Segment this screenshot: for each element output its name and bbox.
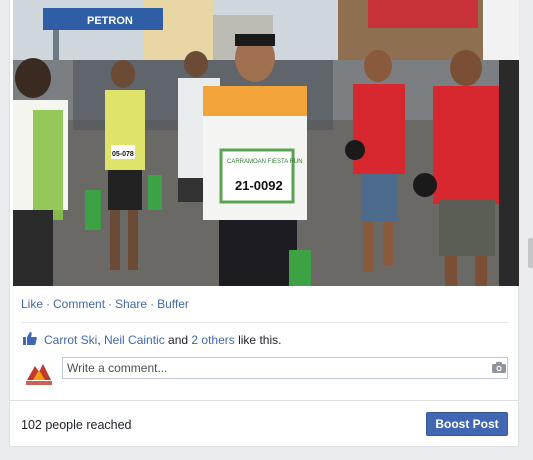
race-photo-illustration: PETRON 05-078 CARRAMOAN FIESTA RUN 21-00…	[13, 0, 519, 286]
scrollbar-track[interactable]	[522, 0, 533, 460]
left-bib-number: 05-078	[112, 151, 134, 158]
center-bib-number: 21-0092	[235, 178, 283, 193]
likes-text: Carrot Ski, Neil Caintic and 2 others li…	[44, 333, 281, 347]
likes-comma: ,	[97, 333, 105, 347]
likes-suffix: like this.	[234, 333, 282, 347]
post-actions: Like · Comment · Share · Buffer	[21, 297, 189, 311]
liker-carrot-ski[interactable]: Carrot Ski	[44, 333, 97, 347]
post-card: PETRON 05-078 CARRAMOAN FIESTA RUN 21-00…	[9, 0, 519, 447]
scrollbar-thumb[interactable]	[528, 238, 533, 268]
page-avatar[interactable]	[23, 358, 55, 390]
comment-input[interactable]	[62, 357, 508, 379]
thumbs-up-icon	[23, 332, 37, 345]
event-name-print: CARRAMOAN FIESTA RUN	[227, 159, 303, 165]
comment-composer	[21, 356, 509, 390]
petron-sign: PETRON	[87, 15, 133, 27]
comment-link[interactable]: Comment	[53, 297, 105, 311]
separator: ·	[150, 297, 155, 311]
share-link[interactable]: Share	[115, 297, 147, 311]
camera-icon[interactable]	[492, 362, 506, 373]
liker-neil-caintic[interactable]: Neil Caintic	[104, 333, 165, 347]
separator: ·	[46, 297, 51, 311]
likes-others-link[interactable]: 2 others	[191, 333, 234, 347]
reach-count: 102 people reached	[21, 418, 132, 432]
post-photo[interactable]: PETRON 05-078 CARRAMOAN FIESTA RUN 21-00…	[13, 0, 519, 286]
likes-summary: Carrot Ski, Neil Caintic and 2 others li…	[21, 322, 508, 347]
buffer-link[interactable]: Buffer	[157, 297, 189, 311]
like-link[interactable]: Like	[21, 297, 43, 311]
boost-post-button[interactable]: Boost Post	[426, 412, 508, 436]
likes-and: and	[164, 333, 192, 347]
separator: ·	[108, 297, 113, 311]
post-footer: 102 people reached Boost Post	[10, 400, 518, 447]
